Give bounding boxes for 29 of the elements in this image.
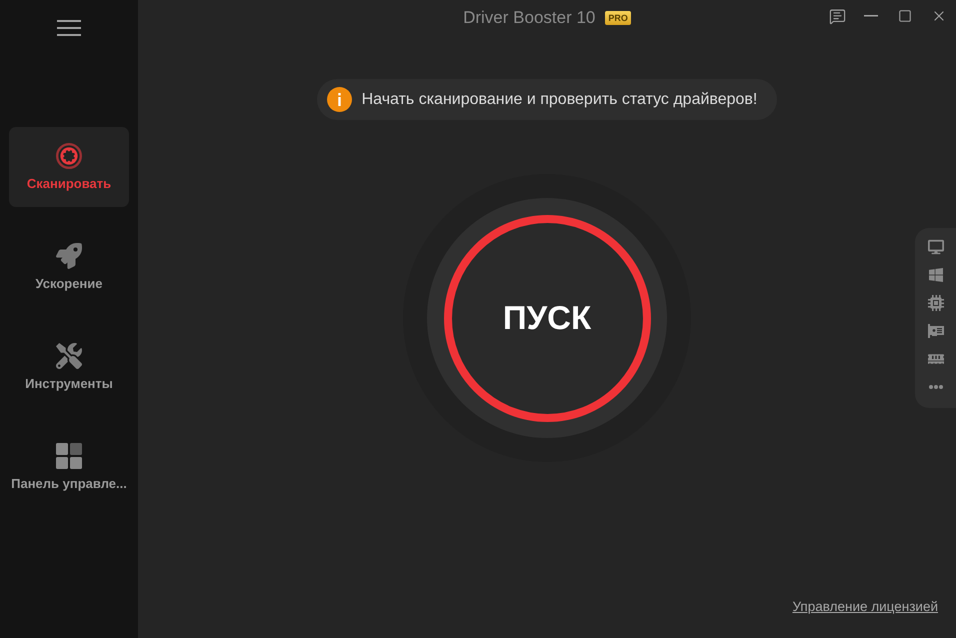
expansion-card-icon — [928, 324, 944, 338]
pro-badge: PRO — [605, 11, 631, 25]
wrench-screwdriver-icon — [56, 343, 82, 369]
info-icon — [326, 87, 352, 112]
dashboard-grid-icon — [56, 443, 82, 469]
memory-button[interactable] — [928, 351, 944, 367]
sidebar-tab[interactable]: Ускорение — [9, 227, 129, 307]
license-link[interactable]: Управление лицензией — [792, 596, 938, 617]
start-button[interactable]: ПУСК — [444, 214, 650, 422]
scan-target-icon — [56, 143, 82, 169]
minimize-icon — [864, 15, 878, 17]
monitor-button[interactable] — [928, 239, 944, 255]
monitor-icon — [928, 239, 944, 255]
more-dots-icon — [928, 385, 942, 389]
chat-bubble-icon — [828, 8, 846, 24]
rocket-icon — [56, 243, 82, 269]
memory-module-icon — [928, 351, 944, 367]
window-title: Driver Booster 10 — [463, 8, 596, 28]
menu-icon — [57, 20, 81, 36]
chip-icon — [928, 295, 944, 311]
notice-text: Начать сканирование и проверить статус драйверов! — [362, 90, 758, 110]
windows-logo-icon — [928, 267, 944, 283]
processor-button[interactable] — [928, 295, 944, 311]
sidebar-tab[interactable]: Сканировать — [9, 127, 129, 207]
maximize-icon — [898, 9, 912, 23]
windows-button[interactable] — [928, 267, 944, 283]
sidebar-tab[interactable]: Панель управле... — [9, 427, 129, 507]
sidebar-tab[interactable]: Инструменты — [9, 327, 129, 407]
expansion-card-button[interactable] — [928, 323, 944, 339]
